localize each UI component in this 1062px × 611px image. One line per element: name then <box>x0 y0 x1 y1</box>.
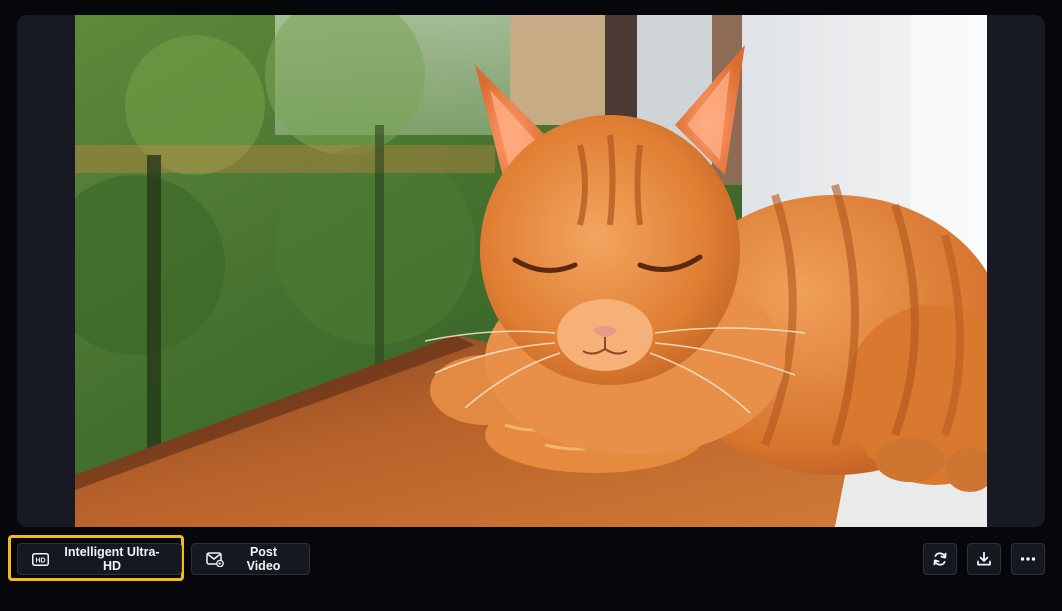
intelligent-ultra-hd-label: Intelligent Ultra-HD <box>64 545 160 573</box>
post-video-icon <box>206 551 224 567</box>
post-video-label: Post Video <box>246 545 281 573</box>
more-icon <box>1020 557 1036 561</box>
hd-badge-text: HD <box>35 557 45 564</box>
hd-icon: HD <box>32 552 49 566</box>
download-icon <box>976 551 992 567</box>
refresh-icon <box>932 551 948 567</box>
regenerate-button[interactable] <box>923 543 957 575</box>
video-result-view: HD Intelligent Ultra-HD Post Video <box>0 0 1062 611</box>
more-options-button[interactable] <box>1011 543 1045 575</box>
cat-video-frame <box>75 15 987 527</box>
download-button[interactable] <box>967 543 1001 575</box>
post-video-button[interactable]: Post Video <box>191 543 310 575</box>
intelligent-ultra-hd-button[interactable]: HD Intelligent Ultra-HD <box>17 543 182 575</box>
video-preview-panel <box>17 15 1045 527</box>
video-preview[interactable] <box>75 15 987 527</box>
